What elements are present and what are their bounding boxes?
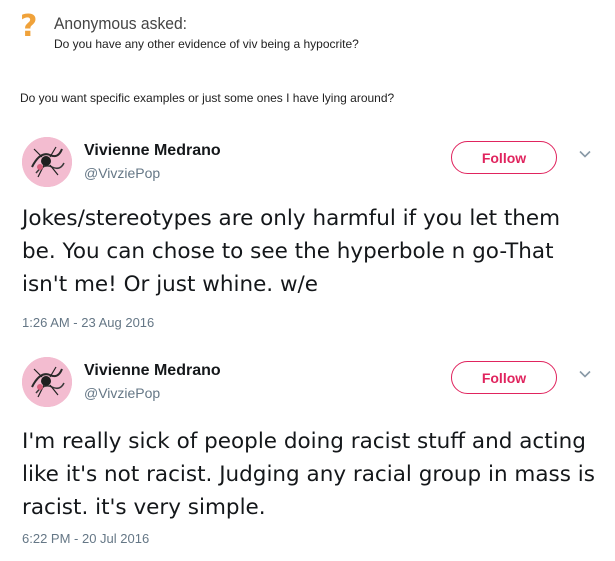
ask-question: Do you have any other evidence of viv be… (54, 37, 359, 51)
follow-button[interactable]: Follow (451, 361, 557, 394)
answer-text: Do you want specific examples or just so… (20, 91, 395, 105)
question-mark-icon: ? (20, 9, 38, 44)
tweet-text: Jokes/stereotypes are only harmful if yo… (22, 206, 561, 297)
follow-button[interactable]: Follow (451, 141, 557, 174)
user-handle[interactable]: @VivziePop (84, 165, 160, 181)
tweet-text: I'm really sick of people doing racist s… (22, 429, 595, 520)
chevron-down-icon[interactable] (578, 147, 592, 161)
chevron-down-icon[interactable] (578, 367, 592, 381)
display-name[interactable]: Vivienne Medrano (84, 362, 221, 380)
ask-title: Anonymous asked: (54, 14, 188, 33)
tweet-timestamp[interactable]: 1:26 AM - 23 Aug 2016 (22, 315, 154, 330)
user-handle[interactable]: @VivziePop (84, 385, 160, 401)
avatar[interactable] (22, 357, 72, 407)
avatar[interactable] (22, 137, 72, 187)
tweet-timestamp[interactable]: 6:22 PM - 20 Jul 2016 (22, 531, 149, 546)
display-name[interactable]: Vivienne Medrano (84, 142, 221, 160)
ask-header: ? Anonymous asked: Do you have any other… (20, 10, 600, 60)
